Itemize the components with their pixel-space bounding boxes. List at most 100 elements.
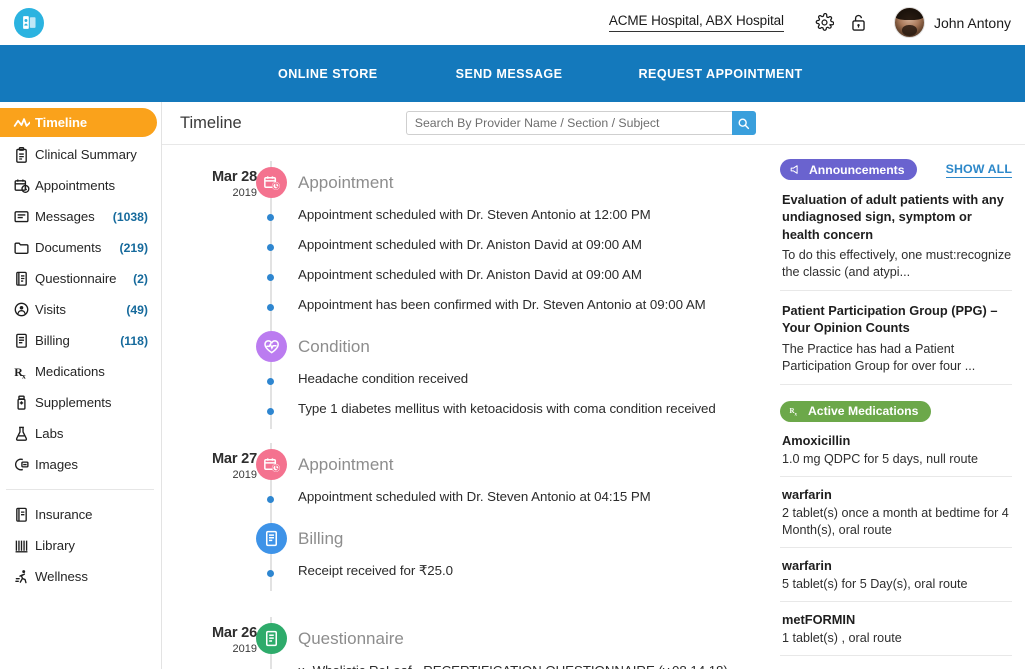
sidebar-item-wellness[interactable]: Wellness bbox=[0, 561, 161, 592]
timeline-entry[interactable]: Appointment has been confirmed with Dr. … bbox=[162, 295, 770, 325]
timeline-section-title: Condition bbox=[298, 337, 370, 357]
app-logo[interactable] bbox=[6, 8, 52, 38]
announcements-header: Announcements SHOW ALL bbox=[780, 159, 1012, 180]
medication-desc: 5 tablet(s) for 5 Day(s), oral route bbox=[782, 576, 1012, 593]
sidebar-item-supplements[interactable]: Supplements bbox=[0, 387, 161, 418]
nav-send-message[interactable]: SEND MESSAGE bbox=[456, 67, 563, 81]
medication-item[interactable]: metFORMIN1 tablet(s) , oral route bbox=[780, 602, 1012, 656]
timeline-entry-text: Appointment scheduled with Dr. Aniston D… bbox=[298, 265, 656, 285]
user-name[interactable]: John Antony bbox=[934, 15, 1011, 31]
search-bar bbox=[406, 111, 756, 135]
timeline-section: Condition Headache condition receivedType… bbox=[162, 325, 770, 429]
pill-bottle-icon bbox=[13, 394, 35, 411]
sidebar-item-label: Questionnaire bbox=[35, 271, 116, 286]
heart-pulse-icon[interactable] bbox=[256, 331, 287, 362]
calendar-clock-icon bbox=[13, 177, 35, 194]
announcements-badge[interactable]: Announcements bbox=[780, 159, 917, 180]
insurance-card-icon bbox=[13, 506, 35, 523]
timeline-entry[interactable]: Appointment scheduled with Dr. Aniston D… bbox=[162, 235, 770, 265]
timeline-entry-text: Appointment has been confirmed with Dr. … bbox=[298, 295, 720, 315]
timeline-section-title: Appointment bbox=[298, 455, 393, 475]
svg-text:x: x bbox=[22, 371, 26, 380]
timeline-section-header: Billing bbox=[162, 517, 770, 561]
sidebar-item-labs[interactable]: Labs bbox=[0, 418, 161, 449]
sidebar-item-medications[interactable]: RxMedications bbox=[0, 356, 161, 387]
rx-icon: Rx bbox=[13, 363, 35, 380]
gear-icon[interactable] bbox=[808, 13, 842, 32]
timeline-entry[interactable]: Receipt received for ₹25.0 bbox=[162, 561, 770, 591]
svg-text:x: x bbox=[795, 412, 798, 417]
search-input[interactable] bbox=[406, 111, 732, 135]
health-app-logo-icon bbox=[14, 8, 44, 38]
sidebar-item-documents[interactable]: Documents(219) bbox=[0, 232, 161, 263]
header-right-cluster: ACME Hospital, ABX Hospital John Antony bbox=[609, 7, 1025, 38]
timeline-group: Mar 262019Questionnairex- Wholistic ReLe… bbox=[162, 591, 770, 669]
show-all-link[interactable]: SHOW ALL bbox=[946, 162, 1012, 178]
sidebar-item-library[interactable]: Library bbox=[0, 530, 161, 561]
medication-item[interactable]: warfarin5 tablet(s) for 5 Day(s), oral r… bbox=[780, 548, 1012, 602]
timeline-section-header: Appointment bbox=[162, 161, 770, 205]
sidebar-item-appointments[interactable]: Appointments bbox=[0, 170, 161, 201]
timeline-entry-text: Receipt received for ₹25.0 bbox=[298, 561, 467, 581]
unlock-icon[interactable] bbox=[842, 13, 876, 32]
avatar[interactable] bbox=[894, 7, 925, 38]
sidebar-item-billing[interactable]: Billing(118) bbox=[0, 325, 161, 356]
calendar-clock-icon[interactable] bbox=[256, 449, 287, 480]
avatar-beard bbox=[902, 25, 917, 36]
invoice-icon[interactable] bbox=[256, 523, 287, 554]
medication-desc: 2 tablet(s) once a month at bedtime for … bbox=[782, 505, 1012, 539]
sidebar-item-images[interactable]: Images bbox=[0, 449, 161, 480]
page-title: Timeline bbox=[180, 114, 242, 133]
timeline-section-header: Appointment bbox=[162, 443, 770, 487]
medication-item[interactable]: warfarin2 tablet(s) once a month at bedt… bbox=[780, 477, 1012, 548]
timeline-entry[interactable]: Appointment scheduled with Dr. Aniston D… bbox=[162, 265, 770, 295]
timeline-section: BillingReceipt received for ₹25.0 bbox=[162, 517, 770, 591]
nav-online-store[interactable]: ONLINE STORE bbox=[278, 67, 378, 81]
sidebar-item-messages[interactable]: Messages(1038) bbox=[0, 201, 161, 232]
timeline-entry[interactable]: Type 1 diabetes mellitus with ketoacidos… bbox=[162, 399, 770, 429]
sidebar-item-label: Images bbox=[35, 457, 78, 472]
medication-name: metFORMIN bbox=[782, 612, 1012, 627]
calendar-clock-icon[interactable] bbox=[256, 167, 287, 198]
medication-item[interactable]: Amoxicillin1.0 mg QDPC for 5 days, null … bbox=[780, 423, 1012, 477]
medication-name: Amoxicillin bbox=[782, 433, 1012, 448]
timeline-entry-text: Appointment scheduled with Dr. Steven An… bbox=[298, 487, 665, 507]
nav-request-appointment[interactable]: REQUEST APPOINTMENT bbox=[639, 67, 803, 81]
medications-section: R x Active Medications Amoxicillin1.0 mg… bbox=[780, 401, 1012, 656]
form-icon[interactable] bbox=[256, 623, 287, 654]
active-medications-label: Active Medications bbox=[808, 404, 918, 418]
announcement-body: To do this effectively, one must:recogni… bbox=[782, 247, 1012, 281]
sidebar-item-label: Documents bbox=[35, 240, 101, 255]
active-medications-badge[interactable]: R x Active Medications bbox=[780, 401, 931, 422]
sidebar-item-insurance[interactable]: Insurance bbox=[0, 499, 161, 530]
sidebar-item-count: (1038) bbox=[113, 210, 148, 224]
sidebar-item-count: (49) bbox=[126, 303, 148, 317]
timeline-entry[interactable]: Appointment scheduled with Dr. Steven An… bbox=[162, 205, 770, 235]
pulse-icon bbox=[13, 114, 35, 131]
visit-pin-icon bbox=[13, 301, 35, 318]
search-icon[interactable] bbox=[732, 111, 756, 135]
announcement-item[interactable]: Evaluation of adult patients with any un… bbox=[780, 180, 1012, 291]
hospital-selector[interactable]: ACME Hospital, ABX Hospital bbox=[609, 13, 784, 32]
sidebar-item-clinical-summary[interactable]: Clinical Summary bbox=[0, 139, 161, 170]
timeline-section-header: Questionnaire bbox=[162, 617, 770, 661]
books-icon bbox=[13, 537, 35, 554]
folder-icon bbox=[13, 239, 35, 256]
sidebar-item-label: Visits bbox=[35, 302, 66, 317]
announcement-item[interactable]: Patient Participation Group (PPG) – Your… bbox=[780, 291, 1012, 385]
timeline-section: Appointment Appointment scheduled with Dr… bbox=[162, 443, 770, 517]
timeline-group: Mar 272019AppointmentAppointment schedul… bbox=[162, 429, 770, 591]
timeline-dot bbox=[267, 244, 274, 251]
timeline-entry[interactable]: Appointment scheduled with Dr. Steven An… bbox=[162, 487, 770, 517]
timeline-entry[interactable]: Headache condition received bbox=[162, 369, 770, 399]
sidebar-item-label: Labs bbox=[35, 426, 63, 441]
timeline-dot bbox=[267, 378, 274, 385]
timeline-dot bbox=[267, 570, 274, 577]
sidebar-item-questionnaire[interactable]: Questionnaire(2) bbox=[0, 263, 161, 294]
timeline-section-header: Condition bbox=[162, 325, 770, 369]
sidebar-item-label: Billing bbox=[35, 333, 70, 348]
timeline-entry[interactable]: x- Wholistic ReLeaf - RECERTIFICATION QU… bbox=[162, 661, 770, 669]
sidebar-item-visits[interactable]: Visits (49) bbox=[0, 294, 161, 325]
sidebar-item-timeline[interactable]: Timeline bbox=[0, 108, 157, 137]
scan-icon bbox=[13, 456, 35, 473]
